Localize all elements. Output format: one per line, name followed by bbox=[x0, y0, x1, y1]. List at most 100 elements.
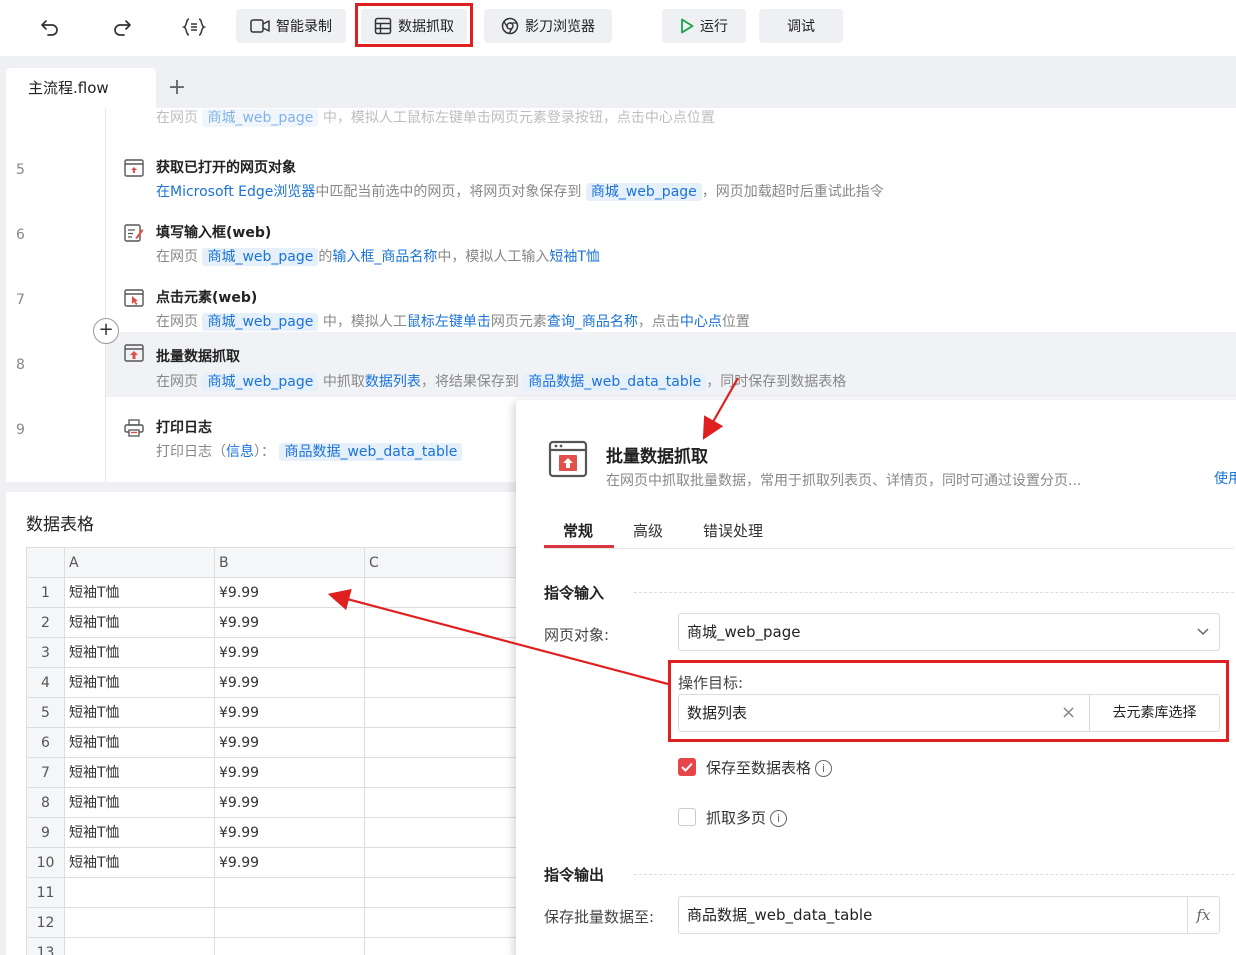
table-cell[interactable] bbox=[365, 578, 526, 608]
table-cell[interactable]: ¥9.99 bbox=[215, 638, 365, 668]
tab-advanced[interactable]: 高级 bbox=[633, 520, 663, 541]
flow-step-batch-capture[interactable]: 批量数据抓取 在网页 商城_web_page 中抓取数据列表，将结果保存到 商品… bbox=[106, 332, 1236, 397]
line-number: 6 bbox=[16, 227, 25, 243]
table-cell[interactable] bbox=[365, 728, 526, 758]
target-label: 操作目标: bbox=[678, 674, 744, 692]
table-cell[interactable]: 短袖T恤 bbox=[65, 758, 215, 788]
target-value: 数据列表 bbox=[687, 704, 748, 722]
browser-icon bbox=[501, 17, 519, 35]
step-title: 批量数据抓取 bbox=[156, 349, 240, 365]
smart-record-label: 智能录制 bbox=[276, 19, 332, 35]
column-header[interactable]: A bbox=[65, 548, 215, 578]
section-divider bbox=[634, 874, 1234, 875]
table-cell[interactable]: 短袖T恤 bbox=[65, 728, 215, 758]
info-icon[interactable]: i bbox=[770, 810, 788, 827]
table-cell[interactable] bbox=[365, 908, 526, 938]
element-library-button[interactable]: 去元素库选择 bbox=[1089, 695, 1219, 731]
usage-link[interactable]: 使用 bbox=[1214, 468, 1236, 488]
batch-capture-icon bbox=[548, 440, 588, 478]
table-cell[interactable] bbox=[365, 878, 526, 908]
save-batch-field[interactable]: 商品数据_web_data_table fx bbox=[678, 896, 1220, 934]
table-cell[interactable]: ¥9.99 bbox=[215, 818, 365, 848]
table-cell[interactable] bbox=[365, 668, 526, 698]
table-cell[interactable] bbox=[365, 848, 526, 878]
row-number: 9 bbox=[27, 818, 65, 848]
table-cell[interactable]: 短袖T恤 bbox=[65, 578, 215, 608]
debug-button[interactable]: 调试 bbox=[759, 9, 843, 43]
fx-icon[interactable]: fx bbox=[1187, 897, 1219, 933]
row-number: 3 bbox=[27, 638, 65, 668]
flow-step-click-element[interactable]: 点击元素(web) 在网页 商城_web_page 中，模拟人工鼠标左键单击网页… bbox=[106, 275, 1236, 340]
tab-general[interactable]: 常规 bbox=[563, 520, 593, 541]
save-to-table-checkbox[interactable] bbox=[678, 758, 696, 776]
web-object-value: 商城_web_page bbox=[687, 623, 801, 641]
tab-main-flow[interactable]: 主流程.flow bbox=[6, 68, 156, 108]
table-cell[interactable]: ¥9.99 bbox=[215, 848, 365, 878]
table-cell[interactable]: ¥9.99 bbox=[215, 788, 365, 818]
edit-input-icon bbox=[124, 224, 144, 242]
tab-error-handling[interactable]: 错误处理 bbox=[703, 520, 763, 541]
tab-main-flow-label: 主流程.flow bbox=[28, 79, 109, 97]
table-cell[interactable] bbox=[365, 788, 526, 818]
save-batch-label: 保存批量数据至: bbox=[544, 908, 655, 926]
flow-step-fill-input[interactable]: 填写输入框(web) 在网页 商城_web_page 的输入框_商品名称中，模拟人… bbox=[106, 210, 1236, 275]
table-cell[interactable]: 短袖T恤 bbox=[65, 698, 215, 728]
save-to-table-label: 保存至数据表格 i bbox=[706, 757, 833, 778]
table-cell[interactable] bbox=[65, 938, 215, 955]
add-step-button[interactable]: + bbox=[93, 318, 119, 344]
run-button[interactable]: 运行 bbox=[662, 9, 746, 43]
step-title: 获取已打开的网页对象 bbox=[156, 160, 296, 176]
target-field[interactable]: 数据列表 × 去元素库选择 bbox=[678, 694, 1220, 732]
table-cell[interactable] bbox=[65, 908, 215, 938]
undo-icon[interactable] bbox=[32, 12, 68, 42]
table-cell[interactable] bbox=[365, 818, 526, 848]
run-label: 运行 bbox=[700, 19, 728, 35]
check-icon bbox=[681, 762, 693, 772]
table-cell[interactable]: 短袖T恤 bbox=[65, 818, 215, 848]
chevron-down-icon bbox=[1197, 614, 1209, 664]
table-cell[interactable] bbox=[365, 698, 526, 728]
row-number: 8 bbox=[27, 788, 65, 818]
line-number-gutter: 5 6 7 8 9 bbox=[6, 108, 106, 482]
web-object-select[interactable]: 商城_web_page bbox=[678, 613, 1220, 651]
tab-bar: 主流程.flow + bbox=[0, 56, 1236, 108]
data-grid[interactable]: A B C 1 短袖T恤 ¥9.99 2 短袖T恤 ¥9.99 3 短袖T恤 ¥9.99 4 短袖T恤 ¥9… bbox=[26, 547, 526, 955]
column-header[interactable]: B bbox=[215, 548, 365, 578]
table-cell[interactable]: 短袖T恤 bbox=[65, 608, 215, 638]
table-cell[interactable] bbox=[365, 608, 526, 638]
table-cell[interactable]: ¥9.99 bbox=[215, 758, 365, 788]
table-cell[interactable] bbox=[365, 758, 526, 788]
flow-step-get-page[interactable]: 获取已打开的网页对象 在Microsoft Edge浏览器中匹配当前选中的网页，… bbox=[106, 145, 1236, 210]
browser-button[interactable]: 影刀浏览器 bbox=[484, 9, 612, 43]
capture-pages-checkbox[interactable] bbox=[678, 808, 696, 826]
table-cell[interactable]: ¥9.99 bbox=[215, 578, 365, 608]
table-cell[interactable]: 短袖T恤 bbox=[65, 668, 215, 698]
table-cell[interactable] bbox=[365, 938, 526, 955]
smart-record-button[interactable]: 智能录制 bbox=[236, 9, 346, 43]
table-cell[interactable]: 短袖T恤 bbox=[65, 788, 215, 818]
table-cell[interactable] bbox=[215, 878, 365, 908]
clear-icon[interactable]: × bbox=[1061, 695, 1076, 731]
debug-label: 调试 bbox=[787, 19, 815, 35]
table-cell[interactable] bbox=[365, 638, 526, 668]
redo-icon[interactable] bbox=[104, 12, 140, 42]
section-output-title: 指令输出 bbox=[544, 866, 605, 884]
column-header[interactable]: C bbox=[365, 548, 526, 578]
table-cell[interactable]: 短袖T恤 bbox=[65, 638, 215, 668]
info-icon[interactable]: i bbox=[815, 760, 833, 777]
step-title: 填写输入框(web) bbox=[156, 225, 272, 241]
batch-capture-icon bbox=[124, 344, 144, 362]
table-cell[interactable] bbox=[215, 938, 365, 955]
table-cell[interactable]: ¥9.99 bbox=[215, 668, 365, 698]
step-desc: 打印日志（信息）： 商品数据_web_data_table bbox=[156, 441, 463, 461]
code-braces-icon[interactable] bbox=[176, 12, 212, 42]
table-cell[interactable] bbox=[65, 878, 215, 908]
table-cell[interactable]: ¥9.99 bbox=[215, 698, 365, 728]
section-divider bbox=[634, 592, 1234, 593]
table-cell[interactable]: ¥9.99 bbox=[215, 728, 365, 758]
table-cell[interactable]: 短袖T恤 bbox=[65, 848, 215, 878]
table-cell[interactable]: ¥9.99 bbox=[215, 608, 365, 638]
highlight-box-data-capture bbox=[355, 3, 473, 47]
table-cell[interactable] bbox=[215, 908, 365, 938]
add-tab-button[interactable]: + bbox=[162, 74, 192, 104]
